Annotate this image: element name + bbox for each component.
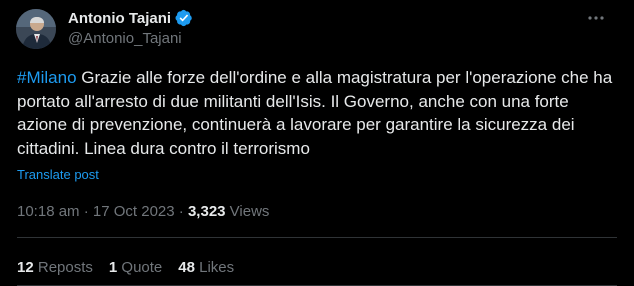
quotes-count: 1 (108, 259, 118, 276)
quotes-label: Quote (117, 259, 163, 276)
verified-badge-icon (175, 9, 193, 27)
avatar-image (16, 9, 56, 49)
hashtag-link[interactable]: #Milano (17, 68, 77, 87)
post-meta: 10:18 am · 17 Oct 2023 · 3,323 Views (17, 203, 269, 220)
translate-post-link[interactable]: Translate post (17, 167, 99, 182)
likes-label: Likes (194, 259, 235, 276)
post-time[interactable]: 10:18 am (17, 203, 80, 220)
views-label: Views (225, 203, 270, 220)
author-name-row: Antonio Tajani (68, 9, 193, 27)
engagement-stats: 12 Reposts 1 Quote 48 Likes (17, 259, 234, 276)
views-count: 3,323 (187, 203, 226, 220)
tweet: Antonio Tajani @Antonio_Tajani #Milano G… (0, 0, 634, 286)
post-date[interactable]: 17 Oct 2023 (93, 203, 175, 220)
meta-separator-2: · (174, 203, 188, 220)
likes-count: 48 (178, 259, 195, 276)
reposts-stat[interactable]: 12 Reposts (17, 259, 93, 276)
reposts-count: 12 (17, 259, 34, 276)
divider (17, 237, 617, 238)
reposts-label: Reposts (33, 259, 93, 276)
avatar[interactable] (16, 9, 56, 49)
post-body: Grazie alle forze dell'ordine e alla mag… (17, 68, 613, 158)
author-handle[interactable]: @Antonio_Tajani (68, 30, 182, 47)
quotes-stat[interactable]: 1 Quote (109, 259, 162, 276)
likes-stat[interactable]: 48 Likes (178, 259, 234, 276)
author-display-name[interactable]: Antonio Tajani (68, 10, 171, 27)
meta-separator: · (79, 203, 93, 220)
more-horizontal-icon[interactable] (584, 8, 608, 28)
post-text: #Milano Grazie alle forze dell'ordine e … (17, 66, 622, 160)
